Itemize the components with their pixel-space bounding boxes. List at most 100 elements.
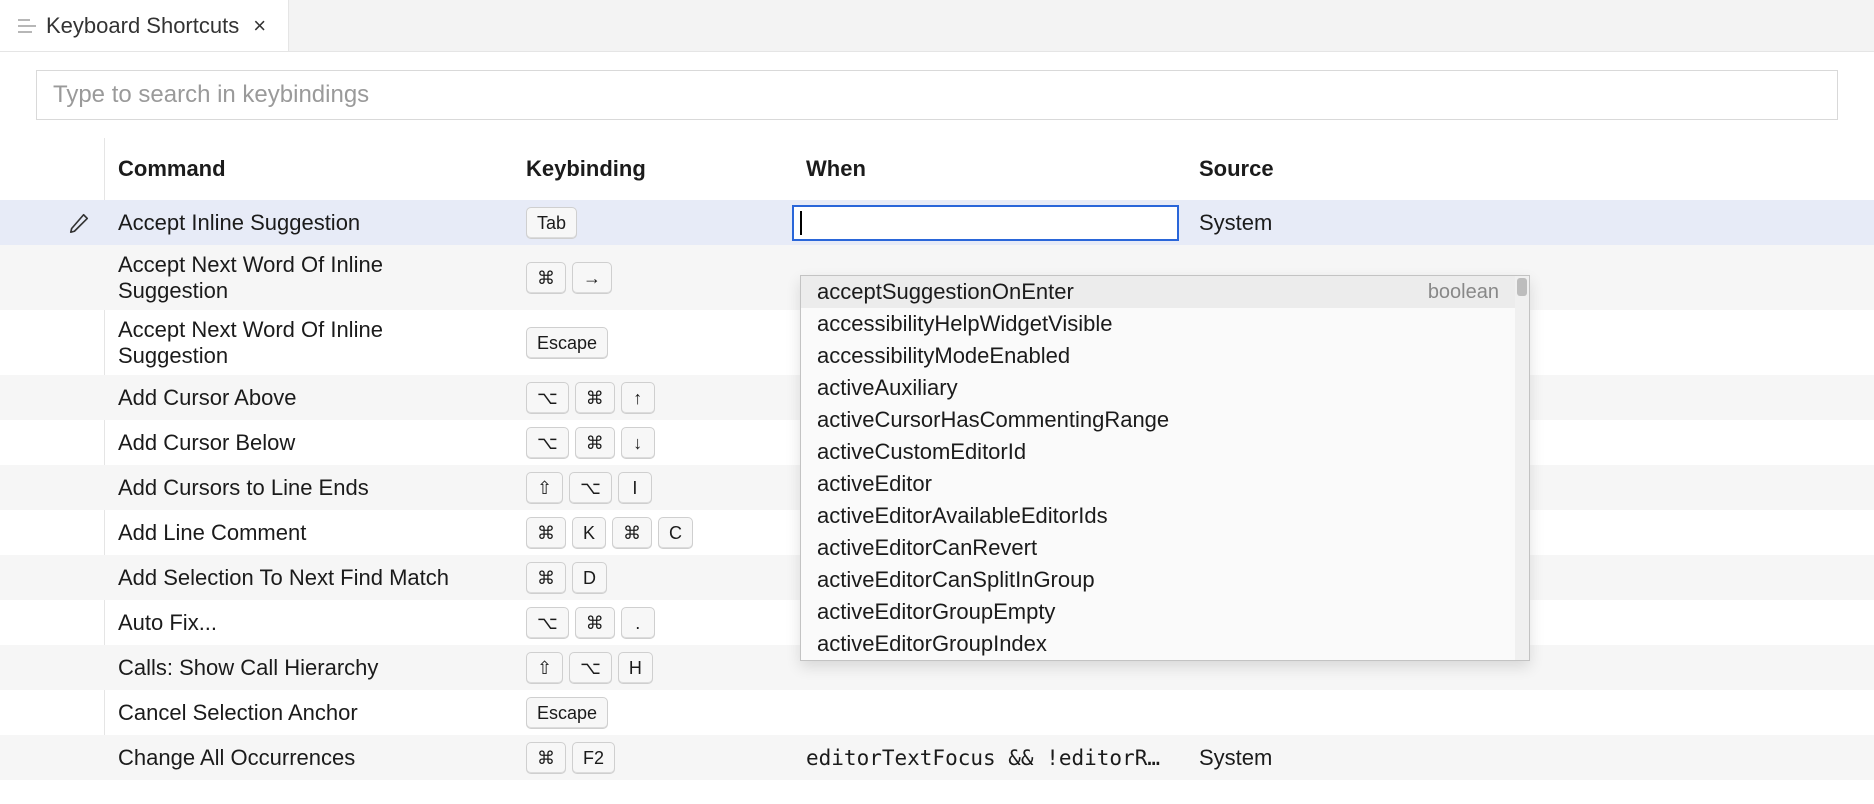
command-cell: Accept Next Word Of Inline Suggestion (104, 311, 512, 375)
source-cell: System (1185, 739, 1545, 777)
col-source[interactable]: Source (1185, 148, 1545, 190)
key-cap: ⌥ (569, 652, 612, 684)
key-cap: D (572, 562, 607, 594)
dropdown-item-label: activeEditorCanRevert (817, 535, 1037, 561)
dropdown-item-label: activeEditorAvailableEditorIds (817, 503, 1108, 529)
dropdown-item[interactable]: activeAuxiliary (801, 372, 1515, 404)
key-cap: ⌥ (526, 607, 569, 639)
dropdown-item[interactable]: activeEditorGroupEmpty (801, 596, 1515, 628)
key-cap: ↑ (621, 382, 655, 414)
dropdown-item[interactable]: accessibilityModeEnabled (801, 340, 1515, 372)
key-cap: ⌥ (569, 472, 612, 504)
key-cap: Escape (526, 697, 608, 729)
source-cell (1185, 662, 1545, 674)
dropdown-item-label: activeAuxiliary (817, 375, 958, 401)
key-cap: ⌘ (526, 562, 566, 594)
table-row[interactable]: Cancel Selection AnchorEscape (0, 690, 1874, 735)
keybinding-cell: ⌘→ (512, 256, 792, 300)
command-cell: Add Cursor Above (104, 379, 512, 417)
source-cell: System (1185, 204, 1545, 242)
tab-bar: Keyboard Shortcuts × (0, 0, 1874, 52)
command-cell: Accept Inline Suggestion (104, 204, 512, 242)
command-cell: Add Cursors to Line Ends (104, 469, 512, 507)
keybinding-cell: ⌥⌘. (512, 601, 792, 645)
dropdown-item[interactable]: accessibilityHelpWidgetVisible (801, 308, 1515, 340)
table-header: Command Keybinding When Source (0, 138, 1874, 200)
keybinding-cell: ⌘K⌘C (512, 511, 792, 555)
table-row[interactable]: Change All Occurrences⌘F2editorTextFocus… (0, 735, 1874, 780)
keybinding-cell: ⌥⌘↓ (512, 421, 792, 465)
when-input[interactable] (792, 205, 1179, 241)
dropdown-item-label: activeCustomEditorId (817, 439, 1026, 465)
key-cap: F2 (572, 742, 615, 774)
tab-keyboard-shortcuts[interactable]: Keyboard Shortcuts × (0, 0, 289, 51)
key-cap: ⌘ (575, 607, 615, 639)
when-cell[interactable] (792, 203, 1185, 243)
command-cell: Accept Next Word Of Inline Suggestion (104, 246, 512, 310)
col-when[interactable]: When (792, 148, 1185, 190)
dropdown-item-label: activeEditorCanSplitInGroup (817, 567, 1095, 593)
dropdown-item[interactable]: acceptSuggestionOnEnter boolean (801, 276, 1515, 308)
command-cell: Calls: Show Call Hierarchy (104, 649, 512, 687)
dropdown-item-label: activeEditorGroupEmpty (817, 599, 1055, 625)
search-container (0, 70, 1874, 138)
keybinding-cell: Escape (512, 691, 792, 735)
keybindings-table: Command Keybinding When Source Accept In… (0, 138, 1874, 780)
command-cell: Add Selection To Next Find Match (104, 559, 512, 597)
key-cap: ↓ (621, 427, 655, 459)
when-cell[interactable] (792, 662, 1185, 674)
command-cell: Change All Occurrences (104, 739, 512, 777)
dropdown-item-type: boolean (1428, 281, 1499, 304)
col-keybinding[interactable]: Keybinding (512, 148, 792, 190)
key-cap: ⇧ (526, 652, 563, 684)
dropdown-item-label: accessibilityModeEnabled (817, 343, 1070, 369)
key-cap: ⌥ (526, 382, 569, 414)
key-cap: . (621, 607, 655, 639)
dropdown-scrollbar[interactable] (1515, 276, 1529, 660)
command-cell: Add Cursor Below (104, 424, 512, 462)
dropdown-item[interactable]: activeCustomEditorId (801, 436, 1515, 468)
dropdown-item-label: activeEditor (817, 471, 932, 497)
key-cap: ⇧ (526, 472, 563, 504)
key-cap: Tab (526, 207, 577, 239)
key-cap: → (572, 262, 612, 294)
table-row[interactable]: Accept Inline Suggestion Tab System (0, 200, 1874, 245)
source-cell (1185, 707, 1545, 719)
dropdown-item-label: accessibilityHelpWidgetVisible (817, 311, 1113, 337)
col-command[interactable]: Command (104, 148, 512, 190)
key-cap: H (618, 652, 653, 684)
command-cell: Add Line Comment (104, 514, 512, 552)
tab-title: Keyboard Shortcuts (46, 13, 239, 39)
dropdown-item[interactable]: activeEditorGroupIndex (801, 628, 1515, 660)
dropdown-item[interactable]: activeEditorCanRevert (801, 532, 1515, 564)
dropdown-list: acceptSuggestionOnEnter boolean accessibil… (801, 276, 1515, 660)
when-cell[interactable] (792, 707, 1185, 719)
key-cap: ⌥ (526, 427, 569, 459)
key-cap: ⌘ (575, 382, 615, 414)
pencil-icon[interactable] (68, 212, 90, 234)
key-cap: Escape (526, 327, 608, 359)
when-suggest-dropdown[interactable]: acceptSuggestionOnEnter boolean accessibil… (800, 275, 1530, 661)
keybinding-cell: ⌘F2 (512, 736, 792, 780)
keybinding-cell: ⌥⌘↑ (512, 376, 792, 420)
dropdown-item-label: acceptSuggestionOnEnter (817, 279, 1074, 305)
key-cap: ⌘ (526, 517, 566, 549)
keybinding-cell: ⌘D (512, 556, 792, 600)
dropdown-item[interactable]: activeEditorAvailableEditorIds (801, 500, 1515, 532)
dropdown-item-label: activeEditorGroupIndex (817, 631, 1047, 657)
when-cell[interactable]: editorTextFocus && !editorReado… (792, 740, 1185, 776)
dropdown-item[interactable]: activeEditor (801, 468, 1515, 500)
key-cap: ⌘ (526, 742, 566, 774)
close-icon[interactable]: × (249, 11, 270, 41)
scrollbar-thumb[interactable] (1517, 278, 1527, 296)
content-area: Command Keybinding When Source Accept In… (0, 52, 1874, 780)
keyboard-shortcuts-tab-icon (18, 19, 36, 33)
keybinding-cell: ⇧⌥I (512, 466, 792, 510)
dropdown-item[interactable]: activeCursorHasCommentingRange (801, 404, 1515, 436)
key-cap: ⌘ (526, 262, 566, 294)
key-cap: ⌘ (575, 427, 615, 459)
key-cap: ⌘ (612, 517, 652, 549)
dropdown-item[interactable]: activeEditorCanSplitInGroup (801, 564, 1515, 596)
search-input[interactable] (36, 70, 1838, 120)
dropdown-item-label: activeCursorHasCommentingRange (817, 407, 1169, 433)
